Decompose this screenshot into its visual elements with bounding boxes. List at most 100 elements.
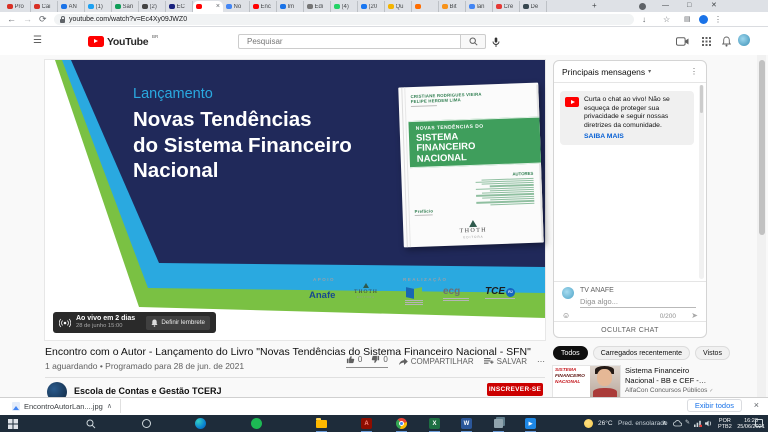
word-icon[interactable]: W (460, 417, 473, 430)
subscribe-button[interactable]: INSCREVER-SE (487, 383, 543, 396)
browser-tab[interactable]: Pro (4, 1, 31, 12)
url-omnibox[interactable]: youtube.com/watch?v=Ec4Xy09JWZ0 (54, 14, 634, 25)
refresh-icon[interactable]: ⟳ (39, 15, 47, 24)
chat-filter-dropdown[interactable]: Principais mensagens (562, 67, 645, 77)
filter-chip[interactable]: Carregados recentemente (593, 346, 690, 360)
create-video-icon[interactable] (676, 37, 689, 46)
suggested-video-thumbnail[interactable]: SISTEMA FINANCEIRO NACIONAL (553, 366, 620, 397)
tab-favicon-icon (7, 4, 13, 10)
browser-tab[interactable]: lan (466, 1, 493, 12)
share-button[interactable]: COMPARTILHAR (398, 357, 474, 366)
onedrive-cloud-icon[interactable] (673, 420, 682, 427)
acrobat-icon[interactable]: A (360, 417, 373, 430)
browser-tab[interactable]: Cre (493, 1, 520, 12)
browser-tab[interactable]: Qu (385, 1, 412, 12)
hide-chat-button[interactable]: OCULTAR CHAT (554, 321, 706, 339)
hamburger-menu-icon[interactable]: ☰ (33, 35, 42, 46)
page-scrollbar[interactable] (757, 27, 766, 415)
file-explorer-icon[interactable] (315, 417, 328, 430)
tab-label: No (234, 4, 242, 10)
browser-tab[interactable]: Edi (304, 1, 331, 12)
edge-icon[interactable] (194, 417, 207, 430)
stacked-windows-icon[interactable] (492, 417, 505, 430)
window-maximize-button[interactable]: □ (687, 1, 691, 11)
apps-grid-icon[interactable] (702, 37, 711, 46)
browser-tab[interactable]: (1) (85, 1, 112, 12)
browser-tab[interactable]: Cai (31, 1, 58, 12)
bookmark-star-icon[interactable]: ☆ (663, 15, 670, 24)
video-player[interactable]: Lançamento Novas Tendências do Sistema F… (45, 60, 545, 340)
back-icon[interactable]: ← (7, 15, 16, 24)
window-close-button[interactable]: ✕ (711, 1, 717, 11)
youtube-logo-icon[interactable] (88, 36, 104, 47)
tray-chevron-up-icon[interactable]: ∧ (662, 415, 667, 432)
window-minimize-button[interactable]: — (662, 1, 669, 11)
filter-chip[interactable]: Vistos (695, 346, 730, 360)
volume-icon[interactable] (705, 420, 713, 427)
search-button[interactable] (460, 34, 486, 49)
browser-tab[interactable]: De (520, 1, 547, 12)
chat-scrollbar[interactable] (699, 85, 704, 279)
start-button[interactable] (6, 417, 19, 430)
download-icon[interactable]: ↓ (642, 15, 646, 24)
browser-tab[interactable] (412, 1, 439, 12)
pen-workspace-icon[interactable]: ✎ (685, 415, 690, 432)
search-box[interactable] (238, 34, 460, 49)
page-url[interactable]: youtube.com/watch?v=Ec4Xy09JWZ0 (69, 16, 187, 23)
show-all-downloads-button[interactable]: Exibir todos (687, 399, 742, 412)
extensions-icon[interactable]: ▤ (684, 15, 691, 24)
desktop-screen: Pro Cai AN (1) San ( (0, 0, 768, 432)
keyboard-language-indicator[interactable]: POR PTB2 (718, 418, 732, 430)
chrome-icon[interactable] (395, 417, 408, 430)
weather-temperature[interactable]: 26°C (598, 415, 613, 432)
dislike-button[interactable]: 0 (371, 355, 387, 364)
chat-message-input[interactable]: Diga algo... (580, 297, 618, 306)
browser-tab[interactable]: No (223, 1, 250, 12)
weather-sun-icon[interactable] (584, 419, 593, 428)
voice-search-mic-icon[interactable] (492, 37, 500, 48)
browser-tab[interactable]: Bit (439, 1, 466, 12)
suggested-video-title[interactable]: Sistema Financeiro Nacional - BB e CEF -… (625, 366, 709, 385)
set-reminder-button[interactable]: Definir lembrete (146, 316, 210, 330)
search-input[interactable] (245, 36, 460, 47)
browser-menu-kebab-icon[interactable]: ⋮ (714, 15, 722, 24)
browser-tab[interactable]: (20 (358, 1, 385, 12)
browser-profile-icon[interactable] (639, 3, 646, 10)
notifications-bell-icon[interactable] (722, 36, 731, 47)
browser-tab[interactable]: San (112, 1, 139, 12)
emoji-icon[interactable]: ☺ (562, 311, 570, 320)
browser-tab[interactable]: EC (166, 1, 193, 12)
download-bar-close-icon[interactable]: × (754, 400, 759, 410)
send-icon[interactable]: ➤ (691, 311, 698, 320)
new-tab-button[interactable]: + (592, 0, 597, 11)
network-icon[interactable] (694, 420, 702, 427)
biblioteca-logo (403, 288, 425, 305)
browser-tab[interactable]: AN (58, 1, 85, 12)
file-menu-caret-icon[interactable]: ∧ (107, 402, 112, 410)
action-center-icon[interactable] (755, 419, 763, 427)
more-actions-icon[interactable]: ⋯ (537, 357, 545, 366)
excel-icon[interactable]: X (428, 417, 441, 430)
suggested-video-channel[interactable]: AlfaCon Concursos Públicos ✓ (625, 387, 713, 394)
weather-condition[interactable]: Pred. ensolarado (618, 415, 668, 432)
browser-tab[interactable]: (4) (331, 1, 358, 12)
save-button[interactable]: SALVAR (484, 357, 527, 366)
cortana-icon[interactable] (140, 417, 153, 430)
profile-avatar[interactable] (699, 15, 708, 24)
browser-tab[interactable]: (2) (139, 1, 166, 12)
browser-tab[interactable]: Im (277, 1, 304, 12)
browser-tab[interactable] (193, 1, 223, 12)
taskbar-search-icon[interactable] (84, 417, 97, 430)
movies-tv-icon[interactable]: ▶ (524, 417, 537, 430)
youtube-logo-text[interactable]: YouTube (107, 36, 148, 48)
learn-more-link[interactable]: SAIBA MAIS (584, 133, 689, 140)
account-avatar[interactable] (738, 34, 750, 46)
filter-chip[interactable]: Todos (553, 346, 588, 360)
channel-name[interactable]: Escola de Contas e Gestão TCERJ (74, 386, 222, 396)
like-button[interactable]: 0 (346, 355, 362, 364)
forward-icon[interactable]: → (23, 15, 32, 24)
browser-tab[interactable]: Enc (250, 1, 277, 12)
chat-menu-kebab-icon[interactable]: ⋮ (690, 67, 698, 76)
spotify-icon[interactable] (250, 417, 263, 430)
downloaded-file-item[interactable]: EncontroAutorLan....jpg ∧ (4, 399, 121, 413)
